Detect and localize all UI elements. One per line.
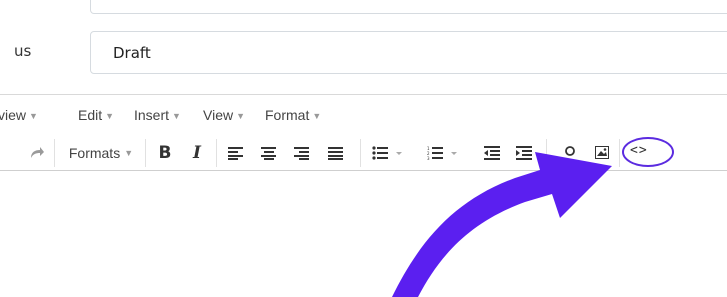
annotation-arrow (392, 152, 612, 297)
